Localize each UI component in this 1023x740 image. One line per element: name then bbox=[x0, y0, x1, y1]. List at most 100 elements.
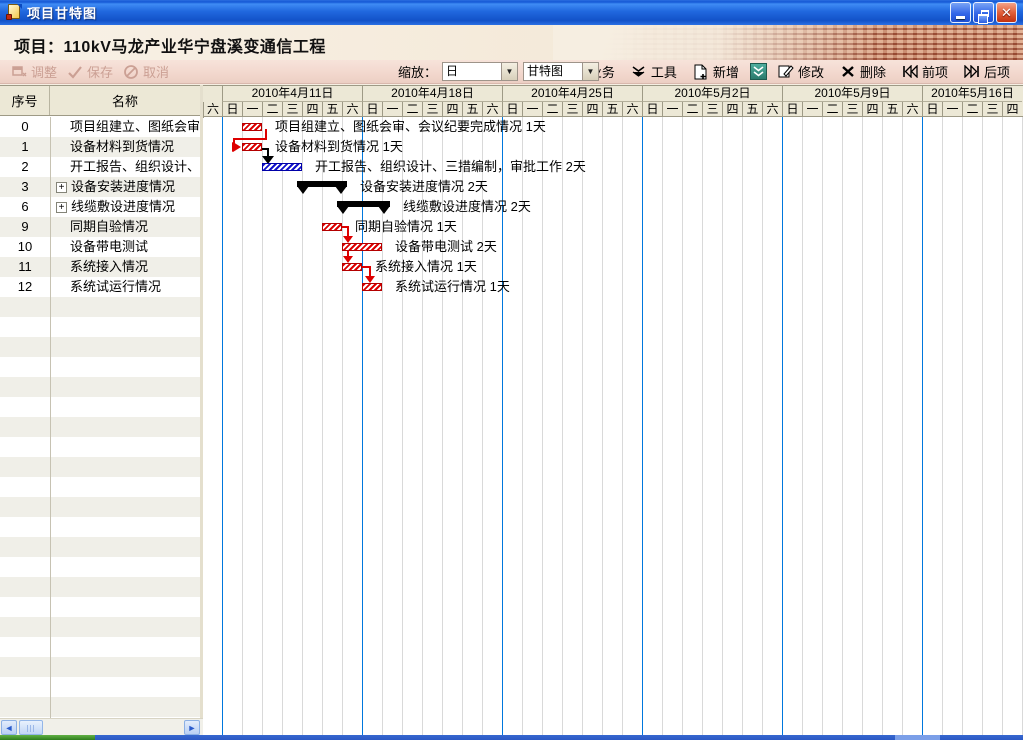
gantt-bar[interactable] bbox=[362, 283, 382, 291]
day-header-cell: 五 bbox=[322, 102, 342, 118]
taskbar-strip bbox=[0, 735, 1023, 740]
dependency-arrow-down-icon bbox=[343, 256, 353, 263]
task-table-panel: 序号 名称 0项目组建立、图纸会审、1设备材料到货情况2开工报告、组织设计、三3… bbox=[0, 85, 203, 735]
scroll-thumb[interactable] bbox=[19, 720, 43, 735]
row-name: +设备安装进度情况 bbox=[50, 177, 200, 197]
day-header-cell: 五 bbox=[742, 102, 762, 118]
row-name-text: 设备材料到货情况 bbox=[70, 137, 174, 157]
row-id: 11 bbox=[0, 257, 50, 277]
row-name: 设备材料到货情况 bbox=[50, 137, 200, 157]
table-row[interactable]: 11系统接入情况 bbox=[0, 257, 200, 277]
day-header-cell: 一 bbox=[942, 102, 962, 118]
day-header-cell: 二 bbox=[682, 102, 702, 118]
add-label: 新增 bbox=[713, 62, 739, 81]
week-grid-line bbox=[782, 117, 783, 735]
main-area: 序号 名称 0项目组建立、图纸会审、1设备材料到货情况2开工报告、组织设计、三3… bbox=[0, 85, 1023, 735]
start-button-fragment[interactable] bbox=[0, 735, 95, 740]
day-header-cell: 一 bbox=[522, 102, 542, 118]
day-header-cell: 四 bbox=[722, 102, 742, 118]
row-name: 系统试运行情况 bbox=[50, 277, 200, 297]
gantt-bar[interactable] bbox=[342, 243, 382, 251]
task-label: 线缆敷设进度情况 2天 bbox=[403, 200, 531, 214]
row-name: 项目组建立、图纸会审、 bbox=[50, 117, 200, 137]
add-button[interactable]: 新增 bbox=[688, 60, 744, 83]
building-photo-decoration bbox=[553, 25, 1023, 60]
day-header-cell: 日 bbox=[502, 102, 522, 118]
close-icon: ✕ bbox=[1001, 6, 1012, 19]
table-row[interactable]: 12系统试运行情况 bbox=[0, 277, 200, 297]
day-header-cell: 日 bbox=[922, 102, 942, 118]
day-grid-line bbox=[322, 117, 323, 735]
day-header-cell: 二 bbox=[822, 102, 842, 118]
save-check-icon bbox=[67, 64, 83, 80]
edit-button[interactable]: 修改 bbox=[773, 60, 829, 83]
row-name-text: 系统试运行情况 bbox=[70, 277, 161, 297]
toolbar-left-group: 调整 保存 取消 bbox=[6, 60, 174, 83]
minimize-button[interactable] bbox=[950, 2, 971, 23]
zoom-select[interactable]: 日 ▼ bbox=[442, 62, 518, 81]
edit-pencil-icon bbox=[778, 64, 794, 80]
app-document-icon bbox=[6, 4, 23, 21]
task-label: 设备带电测试 2天 bbox=[395, 240, 497, 254]
expand-plus-icon[interactable]: + bbox=[56, 182, 67, 193]
gantt-bar[interactable] bbox=[242, 143, 262, 151]
day-header-cell: 三 bbox=[422, 102, 442, 118]
adjust-button[interactable]: 调整 bbox=[6, 60, 62, 83]
cancel-button[interactable]: 取消 bbox=[118, 60, 174, 83]
row-id: 0 bbox=[0, 117, 50, 137]
scroll-left-button[interactable]: ◄ bbox=[1, 720, 17, 735]
delete-button[interactable]: 删除 bbox=[835, 60, 891, 83]
gantt-bar[interactable] bbox=[322, 223, 342, 231]
view-select[interactable]: 甘特图 ▼ bbox=[523, 62, 599, 81]
gantt-bar[interactable] bbox=[342, 263, 362, 271]
taskbar-button-fragment[interactable] bbox=[895, 735, 940, 740]
tools-button[interactable]: 工具 bbox=[626, 60, 682, 83]
day-grid-line bbox=[562, 117, 563, 735]
day-header-cell: 二 bbox=[262, 102, 282, 118]
table-row[interactable]: 9同期自验情况 bbox=[0, 217, 200, 237]
table-row[interactable]: 6+线缆敷设进度情况 bbox=[0, 197, 200, 217]
restore-button[interactable] bbox=[973, 2, 994, 23]
add-page-icon bbox=[693, 64, 709, 80]
adjust-icon bbox=[11, 64, 27, 80]
row-name-text: 项目组建立、图纸会审、 bbox=[70, 117, 200, 137]
row-id: 6 bbox=[0, 197, 50, 217]
close-button[interactable]: ✕ bbox=[996, 2, 1017, 23]
connector-line bbox=[233, 138, 267, 140]
table-row[interactable]: 10设备带电测试 bbox=[0, 237, 200, 257]
view-select-arrow-icon[interactable]: ▼ bbox=[582, 63, 598, 80]
prev-item-button[interactable]: 前项 bbox=[897, 60, 953, 83]
table-row[interactable]: 0 项目组建立、图纸会审、 bbox=[0, 117, 200, 137]
save-label: 保存 bbox=[87, 62, 113, 81]
day-grid-line bbox=[302, 117, 303, 735]
gantt-bar[interactable] bbox=[242, 123, 262, 131]
table-row[interactable]: 2开工报告、组织设计、三 bbox=[0, 157, 200, 177]
delete-x-icon bbox=[840, 64, 856, 80]
scroll-right-button[interactable]: ► bbox=[184, 720, 200, 735]
save-button[interactable]: 保存 bbox=[62, 60, 118, 83]
table-row[interactable]: 1设备材料到货情况 bbox=[0, 137, 200, 157]
day-header-cell: 六 bbox=[342, 102, 362, 118]
gantt-bar[interactable] bbox=[262, 163, 302, 171]
horizontal-scrollbar[interactable]: ◄ ► bbox=[0, 718, 203, 735]
dependency-arrow-down-icon bbox=[343, 236, 353, 243]
summary-end-icon bbox=[378, 206, 390, 214]
day-header-cell: 六 bbox=[482, 102, 502, 118]
next-item-button[interactable]: 后项 bbox=[959, 60, 1015, 83]
edit-label: 修改 bbox=[798, 62, 824, 81]
week-grid-line bbox=[642, 117, 643, 735]
window-titlebar: 项目甘特图 ✕ bbox=[0, 0, 1023, 25]
day-grid-line bbox=[862, 117, 863, 735]
day-header-cell: 三 bbox=[702, 102, 722, 118]
more-options-button[interactable] bbox=[750, 63, 767, 80]
table-row[interactable]: 3+设备安装进度情况 bbox=[0, 177, 200, 197]
summary-end-icon bbox=[297, 186, 309, 194]
zoom-select-arrow-icon[interactable]: ▼ bbox=[501, 63, 517, 80]
tools-label: 工具 bbox=[651, 62, 677, 81]
expand-plus-icon[interactable]: + bbox=[56, 202, 67, 213]
week-header-cell: 2010年5月9日 bbox=[782, 86, 922, 102]
minimize-icon bbox=[956, 16, 965, 19]
day-grid-line bbox=[822, 117, 823, 735]
day-header-cell: 日 bbox=[782, 102, 802, 118]
row-id: 10 bbox=[0, 237, 50, 257]
